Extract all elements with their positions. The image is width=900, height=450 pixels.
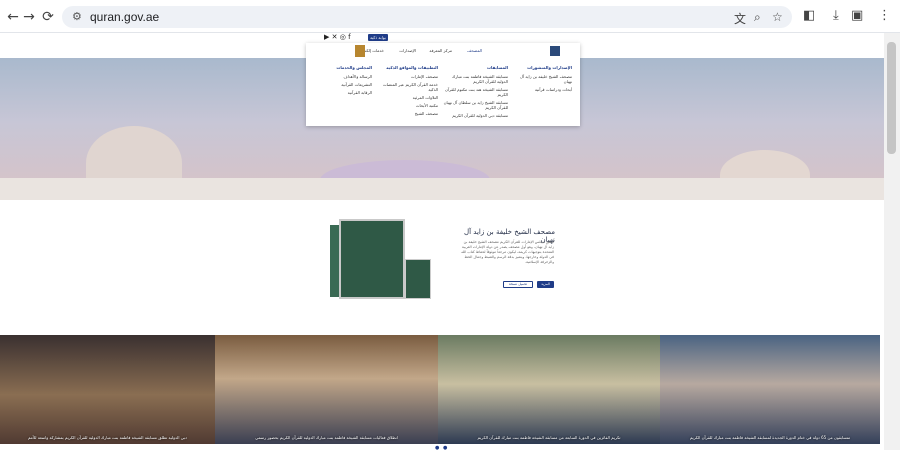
- smart-portal-button[interactable]: بوابة ذكية: [368, 34, 388, 41]
- bookmark-star-icon[interactable]: ☆: [772, 10, 783, 24]
- menu-link[interactable]: أبحاث ودراسات قرآنية: [512, 87, 572, 92]
- instagram-icon[interactable]: ◎: [340, 33, 346, 41]
- menu-link[interactable]: التشريعات القرآنية: [312, 82, 372, 87]
- url-text[interactable]: quran.gov.ae: [90, 10, 159, 24]
- carousel-dots[interactable]: ● ●: [435, 445, 448, 450]
- extensions-icon[interactable]: ◧: [803, 8, 815, 23]
- zoom-icon[interactable]: ⌕: [754, 10, 761, 25]
- gallery-caption: تكريم الفائزين في الدورة السابعة من مساب…: [477, 435, 621, 440]
- menu-link[interactable]: مسابقة الشيخ زايد بن سلطان آل نهيان للقر…: [442, 100, 508, 110]
- menu-link[interactable]: مكتبة الأبحاث: [376, 103, 438, 108]
- menu-link[interactable]: خدمة القرآن الكريم عبر المنصات الذكية: [376, 82, 438, 92]
- page-content: ▶ ✕ ◎ f بوابة ذكية المصحف مركز المعرفة ا…: [0, 33, 884, 450]
- gallery-caption: متسابقون من 65 دولة في ختام الدورة الجدي…: [689, 435, 851, 440]
- menu-link[interactable]: التلاوات المرئية: [376, 95, 438, 100]
- menu-link[interactable]: الرقابة القرآنية: [312, 90, 372, 95]
- youtube-icon[interactable]: ▶: [324, 33, 329, 41]
- address-bar[interactable]: ⚙ quran.gov.ae 文 ⌕ ☆: [62, 6, 792, 28]
- reload-icon[interactable]: ⟳: [39, 8, 57, 26]
- menu-col-publications: الإصدارات والمنشورات مصحف الشيخ خليفة بن…: [512, 65, 572, 95]
- scrollbar-thumb[interactable]: [887, 42, 896, 154]
- gallery-card[interactable]: دبي الدولية تطلق مسابقة الشيخة فاطمة بنت…: [0, 335, 215, 444]
- site-settings-icon[interactable]: ⚙: [72, 10, 82, 23]
- forward-icon[interactable]: →: [20, 8, 38, 26]
- menu-col-apps: التطبيقات والمواقع الذكية مصحف الإمارات …: [376, 65, 438, 119]
- gallery-photo: [438, 335, 660, 444]
- facebook-icon[interactable]: f: [348, 33, 350, 41]
- menu-link[interactable]: الرسالة والأهداف: [312, 74, 372, 79]
- more-button[interactable]: المزيد: [537, 281, 554, 288]
- gallery-photo: [215, 335, 438, 444]
- nav-item-knowledge[interactable]: مركز المعرفة: [429, 48, 452, 53]
- download-copy-button[interactable]: تحميل نسخة: [503, 281, 533, 288]
- profile-icon[interactable]: ▣: [851, 8, 863, 23]
- menu-link[interactable]: مسابقة الشيخة فاطمة بنت مبارك الدولية لل…: [442, 74, 508, 84]
- gallery-card[interactable]: تكريم الفائزين في الدورة السابعة من مساب…: [438, 335, 660, 444]
- gallery-photo: [0, 335, 215, 444]
- gallery-caption: انطلاق فعاليات مسابقة الشيخة فاطمة بنت م…: [255, 435, 398, 440]
- gallery-caption: دبي الدولية تطلق مسابقة الشيخة فاطمة بنت…: [28, 435, 187, 440]
- menu-col-competitions: المسابقات مسابقة الشيخة فاطمة بنت مبارك …: [442, 65, 508, 118]
- menu-link[interactable]: مصحف الإمارات: [376, 74, 438, 79]
- twitter-icon[interactable]: ✕: [332, 33, 338, 41]
- menu-link[interactable]: مصحف الشيخ خليفة بن زايد آل نهيان: [512, 74, 572, 84]
- download-icon[interactable]: ⤓: [833, 8, 839, 23]
- mushaf-small-image: [405, 259, 431, 299]
- nav-item-publications[interactable]: الإصدارات: [399, 48, 416, 53]
- gallery-card[interactable]: انطلاق فعاليات مسابقة الشيخة فاطمة بنت م…: [215, 335, 438, 444]
- menu-link[interactable]: مسابقة الشيخة هند بنت مكتوم للقرآن الكري…: [442, 87, 508, 97]
- menu-kebab-icon[interactable]: ⋮: [878, 8, 891, 23]
- menu-link[interactable]: مصحف الشيخ: [376, 111, 438, 116]
- gallery-card[interactable]: متسابقون من 65 دولة في ختام الدورة الجدي…: [660, 335, 880, 444]
- gallery-photo: [660, 335, 880, 444]
- main-nav: المصحف مركز المعرفة الإصدارات خدمات إلكت…: [306, 45, 580, 60]
- mega-menu: المصحف مركز المعرفة الإصدارات خدمات إلكت…: [306, 43, 580, 126]
- translate-icon[interactable]: 文: [734, 10, 746, 27]
- menu-col-council: المجلس والخدمات الرسالة والأهداف التشريع…: [312, 65, 372, 98]
- mushaf-cover-image: [339, 219, 405, 299]
- browser-toolbar: ← → ⟳ ⚙ quran.gov.ae 文 ⌕ ☆ ◧ ⤓ ▣ ⋮: [0, 0, 900, 33]
- council-logo[interactable]: [550, 46, 560, 56]
- nav-item-mushaf[interactable]: المصحف: [467, 48, 482, 53]
- menu-link[interactable]: مسابقة دبي الدولية للقرآن الكريم: [442, 113, 508, 118]
- top-utility-bar: ▶ ✕ ◎ f: [324, 33, 351, 43]
- building-base: [0, 178, 884, 200]
- product-description: أطلق مجلس الإمارات للقرآن الكريم مصحف ال…: [461, 240, 554, 264]
- emblem-logo[interactable]: [355, 45, 365, 57]
